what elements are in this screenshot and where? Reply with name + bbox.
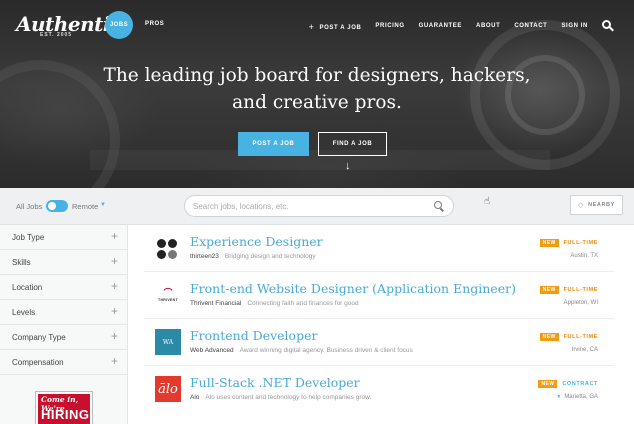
nav-post-a-job[interactable]: + POST A JOB bbox=[308, 21, 362, 32]
job-list: Experience Designer thirteen23 Bridging d… bbox=[128, 225, 634, 424]
company-name: Alo bbox=[190, 394, 200, 401]
thrivent-mark-icon: ⌒ bbox=[163, 287, 173, 298]
job-location: ▼ Marietta, GA bbox=[556, 394, 598, 400]
nav-sign-in[interactable]: SIGN IN bbox=[561, 23, 588, 29]
hero-headline-line2: and creative pros. bbox=[232, 92, 402, 113]
sidebar-item-label: Job Type bbox=[12, 233, 45, 242]
sidebar-item-label: Company Type bbox=[12, 333, 66, 342]
remote-wifi-icon: ▼ bbox=[556, 394, 562, 400]
expand-plus-icon[interactable]: + bbox=[111, 354, 118, 368]
hiring-ad-banner[interactable]: Come in, We're HIRING bbox=[36, 392, 92, 424]
ad-line2: HIRING bbox=[41, 407, 90, 422]
job-badges: NEW FULL-TIME bbox=[539, 286, 598, 294]
job-badges: NEW FULL-TIME bbox=[539, 333, 598, 341]
job-listing[interactable]: ālo Full-Stack .NET Developer Alo Alo use… bbox=[128, 366, 618, 413]
expand-plus-icon[interactable]: + bbox=[111, 304, 118, 318]
wifi-icon: ▼ bbox=[100, 202, 106, 208]
new-badge: NEW bbox=[538, 380, 558, 388]
job-title[interactable]: Frontend Developer bbox=[190, 328, 317, 343]
jobs-nav-button[interactable]: JOBS bbox=[105, 11, 133, 39]
company-logo[interactable]: ⌒ THRIVENT bbox=[155, 282, 181, 308]
search-icon[interactable] bbox=[434, 201, 445, 212]
sidebar-item-label: Skills bbox=[12, 258, 31, 267]
location-diamond-icon: ◇ bbox=[578, 202, 585, 209]
search-icon[interactable] bbox=[602, 20, 614, 32]
job-listing[interactable]: ⌒ THRIVENT Front-end Website Designer (A… bbox=[128, 272, 618, 319]
sidebar-item-location[interactable]: Location + bbox=[0, 275, 127, 300]
company-tagline: Connecting faith and finances for good bbox=[247, 300, 359, 307]
toggle-knob bbox=[48, 202, 56, 210]
new-badge: NEW bbox=[539, 286, 559, 294]
company-logo[interactable]: WA bbox=[155, 329, 181, 355]
expand-plus-icon[interactable]: + bbox=[111, 329, 118, 343]
company-tagline: Bridging design and technology bbox=[224, 253, 316, 260]
job-type-label: FULL-TIME bbox=[563, 287, 598, 293]
expand-plus-icon[interactable]: + bbox=[111, 229, 118, 243]
job-type-label: FULL-TIME bbox=[563, 334, 598, 340]
company-tagline: Award winning digital agency. Business d… bbox=[239, 347, 413, 354]
new-badge: NEW bbox=[539, 239, 559, 247]
expand-plus-icon[interactable]: + bbox=[111, 254, 118, 268]
job-company: Web Advanced Award winning digital agency… bbox=[190, 347, 413, 354]
top-navigation: + POST A JOB PRICING GUARANTEE ABOUT CONT… bbox=[295, 20, 614, 32]
sidebar-item-job-type[interactable]: Job Type + bbox=[0, 225, 127, 250]
sidebar-item-label: Levels bbox=[12, 308, 36, 317]
job-company: Alo Alo uses content and technology to he… bbox=[190, 394, 371, 401]
job-location: Appleton, WI bbox=[563, 300, 598, 306]
find-a-job-button[interactable]: FIND A JOB bbox=[318, 132, 387, 156]
job-search-input[interactable] bbox=[193, 200, 423, 213]
all-jobs-label[interactable]: All Jobs bbox=[16, 202, 42, 211]
sidebar-item-label: Location bbox=[12, 283, 43, 292]
hero-headline: The leading job board for designers, hac… bbox=[0, 62, 634, 116]
sidebar-item-label: Compensation bbox=[12, 358, 64, 367]
sidebar-item-levels[interactable]: Levels + bbox=[0, 300, 127, 325]
sidebar-item-company-type[interactable]: Company Type + bbox=[0, 325, 127, 350]
job-location-text: Marietta, GA bbox=[564, 394, 598, 400]
nav-contact[interactable]: CONTACT bbox=[514, 23, 547, 29]
plus-icon: + bbox=[308, 22, 315, 32]
nav-pricing[interactable]: PRICING bbox=[375, 23, 404, 29]
nav-guarantee[interactable]: GUARANTEE bbox=[419, 23, 462, 29]
expand-plus-icon[interactable]: + bbox=[111, 279, 118, 293]
job-company: Thrivent Financial Connecting faith and f… bbox=[190, 300, 359, 307]
hero-headline-line1: The leading job board for designers, hac… bbox=[103, 65, 531, 86]
nav-post-a-job-label: POST A JOB bbox=[319, 25, 362, 31]
company-logo-text: THRIVENT bbox=[158, 297, 178, 302]
job-title[interactable]: Experience Designer bbox=[190, 234, 323, 249]
nearby-label: NEARBY bbox=[588, 202, 615, 208]
job-company: thirteen23 Bridging design and technology bbox=[190, 253, 316, 260]
company-tagline: Alo uses content and technology to help … bbox=[205, 394, 372, 401]
job-title[interactable]: Front-end Website Designer (Application … bbox=[190, 281, 516, 296]
remote-toggle[interactable] bbox=[46, 200, 68, 212]
nav-about[interactable]: ABOUT bbox=[476, 23, 500, 29]
job-title[interactable]: Full-Stack .NET Developer bbox=[190, 375, 360, 390]
job-type-label: CONTRACT bbox=[562, 381, 598, 387]
post-a-job-button[interactable]: POST A JOB bbox=[238, 132, 309, 156]
mouse-cursor-icon: ☝ bbox=[484, 196, 491, 207]
job-search-box[interactable] bbox=[184, 195, 454, 217]
job-listing[interactable]: WA Frontend Developer Web Advanced Award … bbox=[128, 319, 618, 366]
job-listing[interactable]: Experience Designer thirteen23 Bridging d… bbox=[128, 225, 618, 272]
sidebar-item-compensation[interactable]: Compensation + bbox=[0, 350, 127, 375]
job-badges: NEW FULL-TIME bbox=[539, 239, 598, 247]
company-name: thirteen23 bbox=[190, 253, 219, 260]
site-logo-subtitle: EST. 2005 bbox=[40, 32, 73, 38]
nearby-button[interactable]: ◇ NEARBY bbox=[570, 195, 623, 215]
company-name: Web Advanced bbox=[190, 347, 234, 354]
job-type-label: FULL-TIME bbox=[563, 240, 598, 246]
company-logo[interactable] bbox=[155, 235, 181, 261]
job-location: Irvine, CA bbox=[571, 347, 598, 353]
pros-nav-link[interactable]: PROS bbox=[145, 21, 164, 27]
job-location: Austin, TX bbox=[570, 253, 598, 259]
company-name: Thrivent Financial bbox=[190, 300, 242, 307]
sidebar-item-skills[interactable]: Skills + bbox=[0, 250, 127, 275]
job-badges: NEW CONTRACT bbox=[538, 380, 598, 388]
scroll-down-arrow-icon[interactable]: ↓ bbox=[345, 160, 351, 172]
remote-label[interactable]: Remote bbox=[72, 202, 98, 211]
new-badge: NEW bbox=[539, 333, 559, 341]
company-logo[interactable]: ālo bbox=[155, 376, 181, 402]
